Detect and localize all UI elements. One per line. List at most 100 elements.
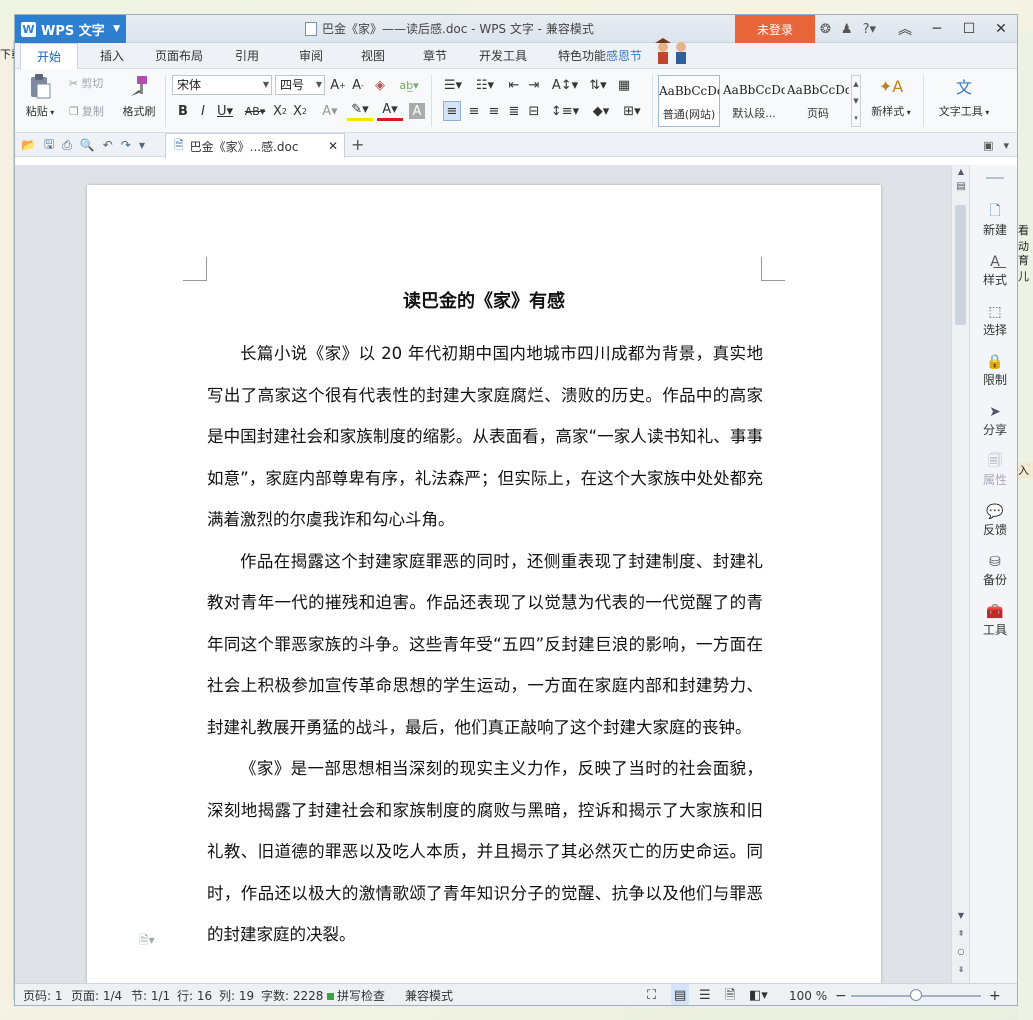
new-tab-icon[interactable]: + <box>351 135 364 154</box>
full-screen-icon[interactable]: ⛶ <box>647 984 656 1005</box>
tab-page-layout[interactable]: 页面布局 <box>147 43 211 69</box>
font-size-select[interactable]: 四号 ▼ <box>275 75 325 95</box>
tab-insert[interactable]: 插入 <box>87 43 137 69</box>
close-tab-icon[interactable]: ✕ <box>328 139 338 153</box>
table-border-icon[interactable]: ▦ <box>615 75 633 95</box>
document-page[interactable]: 读巴金的《家》有感 长篇小说《家》以 20 年代初期中国内地城市四川成都为背景，… <box>87 185 881 985</box>
align-right-icon[interactable]: ≡ <box>485 101 503 121</box>
text-direction-icon[interactable]: A↕▾ <box>551 75 579 95</box>
tab-developer[interactable]: 开发工具 <box>471 43 535 69</box>
status-column[interactable]: 列: 19 <box>219 984 254 1005</box>
font-name-select[interactable]: 宋体 ▼ <box>172 75 272 95</box>
paragraph[interactable]: 长篇小说《家》以 20 年代初期中国内地城市四川成都为背景，真实地写出了高家这个… <box>207 333 763 541</box>
style-page-number[interactable]: AaBbCcDd 页码 <box>787 75 849 127</box>
status-row[interactable]: 行: 16 <box>177 984 212 1005</box>
document-tab[interactable]: 🗎 巴金《家》...感.doc ✕ <box>165 133 345 158</box>
taskpane-share[interactable]: ➤ 分享 <box>970 403 1017 438</box>
paragraph[interactable]: 作品在揭露这个封建家庭罪恶的同时，还侧重表现了封建制度、封建礼教对青年一代的摧残… <box>207 541 763 749</box>
open-folder-icon[interactable]: 📂 <box>21 138 36 152</box>
document-title[interactable]: 读巴金的《家》有感 <box>87 287 881 313</box>
taskpane-restrict[interactable]: 🔒 限制 <box>970 353 1017 388</box>
tab-chapter[interactable]: 章节 <box>413 43 457 69</box>
scroll-down-icon[interactable]: ▼ <box>952 911 970 920</box>
next-page-icon[interactable]: ⇟ <box>952 965 970 974</box>
minimize-icon[interactable]: ─ <box>921 15 953 43</box>
tab-list-icon[interactable]: ▣ <box>983 139 993 152</box>
tab-thanksgiving[interactable]: 感恩节 <box>599 43 649 69</box>
save-icon[interactable]: 🖫 <box>44 135 54 156</box>
taskpane-tools[interactable]: 🧰 工具 <box>970 603 1017 638</box>
styles-scroll[interactable]: ▲ ▼ ▾ <box>851 75 861 127</box>
tab-review[interactable]: 审阅 <box>289 43 333 69</box>
status-pages[interactable]: 页面: 1/4 <box>71 984 122 1005</box>
text-tools-button[interactable]: 文 文字工具 ▾ <box>933 73 995 119</box>
bullets-icon[interactable]: ☰▾ <box>439 75 467 95</box>
sort-icon[interactable]: ⇅▾ <box>587 75 609 95</box>
zoom-in-icon[interactable]: + <box>989 984 1001 1005</box>
page-view-icon[interactable]: ▤ <box>671 984 690 1005</box>
underline-icon[interactable]: U▾ <box>213 101 237 121</box>
vertical-scrollbar[interactable]: ▲ ▤ ▼ ⇞ ○ ⇟ <box>951 165 969 983</box>
status-page-number[interactable]: 页码: 1 <box>23 984 63 1005</box>
taskpane-styles[interactable]: A͟ 样式 <box>970 253 1017 288</box>
zoom-level[interactable]: 100 % <box>789 984 827 1005</box>
tab-home[interactable]: 开始 <box>20 43 78 70</box>
copy-button[interactable]: ❐ 复制 <box>69 103 104 119</box>
shirt-icon[interactable]: ♟ <box>841 22 853 37</box>
reading-view-icon[interactable]: ◧▾ <box>749 984 768 1005</box>
align-left-icon[interactable]: ≡ <box>443 101 461 121</box>
undo-icon[interactable]: ↶ <box>103 138 113 152</box>
outline-view-icon[interactable]: ☰ <box>699 984 711 1005</box>
strikethrough-icon[interactable]: AB▾ <box>241 101 269 121</box>
tab-options-icon[interactable]: ▾ <box>1003 139 1009 152</box>
highlight-icon[interactable]: ✎▾ <box>347 101 373 121</box>
document-body[interactable]: 长篇小说《家》以 20 年代初期中国内地城市四川成都为背景，真实地写出了高家这个… <box>207 333 763 956</box>
print-icon[interactable]: ⎙ <box>62 138 72 153</box>
new-style-button[interactable]: ✦A 新样式 ▾ <box>867 73 915 119</box>
increase-indent-icon[interactable]: ⇥ <box>525 75 543 95</box>
redo-icon[interactable]: ↷ <box>121 138 131 152</box>
zoom-out-icon[interactable]: − <box>835 984 847 1005</box>
scroll-thumb[interactable] <box>955 205 966 325</box>
ruler-toggle-icon[interactable]: ▤ <box>952 181 970 192</box>
paste-button[interactable]: 粘贴 ▾ <box>21 73 59 119</box>
decrease-indent-icon[interactable]: ⇤ <box>505 75 523 95</box>
align-center-icon[interactable]: ≡ <box>465 101 483 121</box>
clear-format-icon[interactable]: ◈ <box>371 75 389 95</box>
justify-icon[interactable]: ≣ <box>505 101 523 121</box>
taskpane-new[interactable]: 🗋 新建 <box>970 203 1017 238</box>
status-section[interactable]: 节: 1/1 <box>131 984 170 1005</box>
status-word-count[interactable]: 字数: 2228 <box>261 984 323 1005</box>
paragraph[interactable]: 《家》是一部思想相当深刻的现实主义力作，反映了当时的社会面貌，深刻地揭露了封建社… <box>207 748 763 956</box>
previous-page-icon[interactable]: ⇞ <box>952 929 970 938</box>
tab-references[interactable]: 引用 <box>225 43 269 69</box>
phonetic-guide-icon[interactable]: ab̲▾ <box>395 75 423 95</box>
subscript-icon[interactable]: X2 <box>291 101 309 121</box>
web-view-icon[interactable]: 🗎 <box>725 984 735 1005</box>
skin-icon[interactable]: ❂ <box>820 22 831 37</box>
italic-icon[interactable]: I <box>195 101 211 121</box>
print-preview-icon[interactable]: 🔍 <box>80 138 95 152</box>
char-shading-icon[interactable]: A <box>409 103 425 119</box>
shrink-font-icon[interactable]: A- <box>349 75 367 95</box>
browse-object-icon[interactable]: ○ <box>952 947 970 956</box>
numbering-icon[interactable]: ☷▾ <box>471 75 499 95</box>
font-color-icon[interactable]: A▾ <box>377 101 403 121</box>
maximize-icon[interactable]: ☐ <box>953 15 985 43</box>
spell-check-toggle[interactable]: 拼写检查 <box>327 984 385 1005</box>
wps-app-menu-button[interactable]: W WPS 文字 ▼ <box>15 15 126 43</box>
close-icon[interactable]: ✕ <box>985 15 1017 43</box>
text-effect-icon[interactable]: A▾ <box>319 101 341 121</box>
customize-toolbar-icon[interactable]: ▼ <box>139 141 145 150</box>
taskpane-properties[interactable]: 🗐 属性 <box>970 453 1017 488</box>
login-button[interactable]: 未登录 <box>735 15 815 43</box>
taskpane-select[interactable]: ⬚ 选择 <box>970 303 1017 338</box>
superscript-icon[interactable]: X2 <box>271 101 289 121</box>
taskpane-backup[interactable]: ⛁ 备份 <box>970 553 1017 588</box>
scroll-up-icon[interactable]: ▲ <box>952 167 970 176</box>
grow-font-icon[interactable]: A + <box>329 75 347 95</box>
style-normal-web[interactable]: AaBbCcDd 普通(网站) <box>658 75 720 127</box>
paragraph-marker-icon[interactable]: 🗎▾ <box>139 931 155 952</box>
taskpane-feedback[interactable]: 💬 反馈 <box>970 503 1017 538</box>
borders-icon[interactable]: ⊞▾ <box>619 101 645 121</box>
